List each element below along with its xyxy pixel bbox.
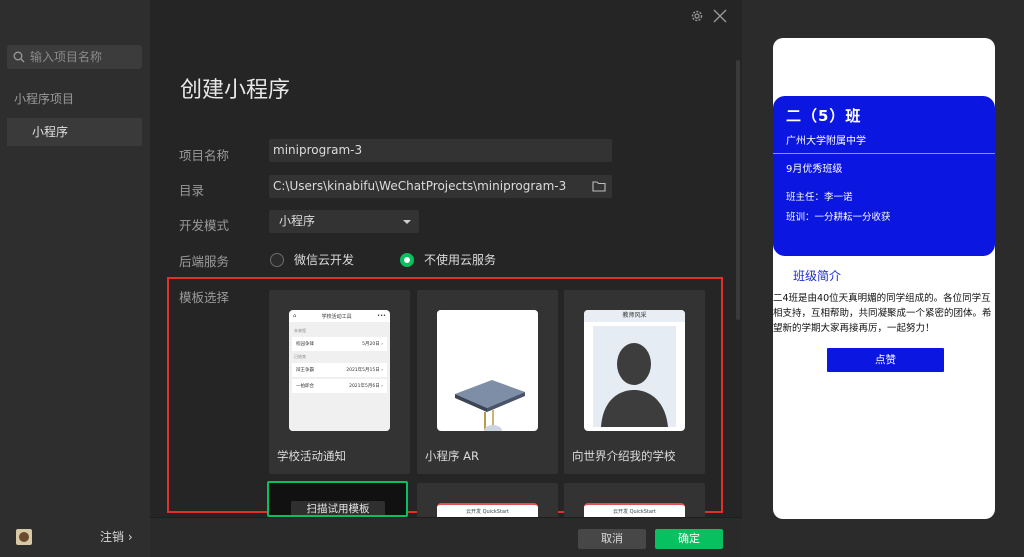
radio-label: 微信云开发 [294, 253, 355, 267]
template-card-school-intro[interactable]: 教师风采 向世界介绍我的学校 [564, 290, 705, 474]
dev-mode-value: 小程序 [279, 214, 316, 228]
thumb-row: 辩王争霸 2021年5月15日 › [292, 363, 387, 377]
scrollbar[interactable] [736, 60, 740, 320]
thumb-group: 未来程 [294, 328, 306, 333]
create-project-panel: 创建小程序 项目名称 miniprogram-3 目录 C:\Users\kin… [150, 0, 742, 557]
home-icon: ⌂ [293, 313, 297, 319]
template-name: 向世界介绍我的学校 [572, 449, 676, 463]
cancel-button[interactable]: 取消 [578, 529, 646, 549]
template-card-ar[interactable]: 小程序 AR [417, 290, 558, 474]
radio-no-cloud[interactable]: 不使用云服务 [400, 251, 496, 268]
search-box[interactable] [7, 45, 142, 69]
person-silhouette-icon [601, 343, 668, 427]
class-teacher: 班主任：李一诺 [786, 192, 853, 203]
thumb-row: 一拍即合 2021年5月6日 › [292, 379, 387, 393]
sidebar-item-miniprogram[interactable]: 小程序 [7, 118, 142, 146]
thumb-header: ⌂ 学校活动工具 ••• [289, 310, 390, 322]
project-name-input[interactable]: miniprogram-3 [269, 139, 612, 162]
thumb-list: 未来程 校园争锋 5月20日 › 已结束 辩王争霸 2021年5月15日 › 一拍即… [289, 322, 390, 431]
class-honor: 9月优秀班级 [786, 164, 843, 175]
like-button[interactable]: 点赞 [827, 348, 944, 372]
template-label: 模板选择 [179, 290, 230, 305]
thumb-row-date: 2021年5月6日 › [349, 384, 383, 389]
intro-title: 班级简介 [793, 269, 842, 283]
thumb-row-date: 2021年5月15日 › [346, 368, 383, 373]
template-card-cloud-quickstart-2[interactable]: 云开发 QuickStart [564, 483, 705, 519]
page-title: 创建小程序 [180, 78, 291, 103]
radio-wechat-cloud[interactable]: 微信云开发 [270, 251, 354, 268]
dev-mode-label: 开发模式 [179, 218, 230, 233]
thumb-title: 教师风采 [584, 310, 685, 322]
ar-scene-image [455, 380, 525, 431]
class-motto: 班训：一分耕耘一分收获 [786, 212, 891, 223]
search-input[interactable] [30, 50, 135, 64]
dev-mode-select[interactable]: 小程序 [269, 210, 419, 233]
thumb-group: 已结束 [294, 354, 306, 359]
dialog-footer: 取消 确定 [150, 517, 742, 557]
class-name: 二（5）班 [786, 107, 862, 125]
thumb-header [437, 310, 538, 322]
confirm-button[interactable]: 确定 [655, 529, 723, 549]
chevron-down-icon [403, 220, 411, 224]
thumb-row-title: 校园争锋 [296, 342, 314, 347]
thumb-title: 学校活动工具 [321, 313, 352, 320]
radio-label: 不使用云服务 [424, 253, 497, 267]
logout-button[interactable]: 注销 › [100, 528, 133, 545]
template-card-school-notice[interactable]: ⌂ 学校活动工具 ••• 未来程 校园争锋 5月20日 › 已结束 辩王争霸 2021年… [269, 290, 410, 474]
divider [773, 153, 995, 154]
school-name: 广州大学附属中学 [786, 136, 866, 147]
intro-text: 二4班是由40位天真明媚的同学组成的。各位同学互相支持，互相帮助，共同凝聚成一个… [773, 293, 992, 334]
directory-label: 目录 [179, 183, 205, 198]
directory-input[interactable]: C:\Users\kinabifu\WeChatProjects\minipro… [269, 175, 612, 198]
app-window: 小程序项目 小程序 注销 › 创建小程序 项目名称 miniprogram-3 … [0, 0, 1024, 557]
backend-label: 后端服务 [179, 254, 230, 269]
template-thumbnail: 教师风采 [584, 310, 685, 431]
radio-checked-icon [400, 252, 414, 267]
class-hero-card: 二（5）班 广州大学附属中学 9月优秀班级 班主任：李一诺 班训：一分耕耘一分收… [773, 96, 995, 256]
search-icon [13, 51, 25, 63]
phone-preview: 二（5）班 广州大学附属中学 9月优秀班级 班主任：李一诺 班训：一分耕耘一分收… [773, 38, 995, 519]
more-icon: ••• [377, 313, 386, 319]
template-thumbnail: ⌂ 学校活动工具 ••• 未来程 校园争锋 5月20日 › 已结束 辩王争霸 2021年… [289, 310, 390, 431]
thumb-row-title: 辩王争霸 [296, 368, 314, 373]
avatar[interactable] [16, 529, 32, 545]
template-thumbnail [437, 310, 538, 431]
chevron-right-icon: › [127, 530, 133, 544]
scan-try-template-button[interactable]: 扫描试用模板 [291, 501, 385, 515]
logout-label: 注销 [100, 530, 125, 544]
portrait-image [593, 326, 676, 427]
thumb-row-date: 5月20日 › [362, 342, 383, 347]
radio-unchecked-icon [270, 252, 284, 267]
template-card-cloud-quickstart[interactable]: 云开发 QuickStart [417, 483, 558, 519]
gear-icon[interactable] [690, 9, 704, 23]
close-icon[interactable] [712, 8, 728, 24]
folder-icon[interactable] [592, 180, 606, 192]
thumb-row: 校园争锋 5月20日 › [292, 337, 387, 351]
thumb-row-title: 一拍即合 [296, 384, 314, 389]
directory-value: C:\Users\kinabifu\WeChatProjects\minipro… [273, 179, 567, 193]
project-name-label: 项目名称 [179, 148, 230, 163]
sidebar: 小程序项目 小程序 注销 › [0, 0, 150, 557]
template-name: 小程序 AR [425, 449, 480, 463]
template-card-scan[interactable]: 扫描试用模板 [267, 481, 408, 517]
sidebar-section-title: 小程序项目 [14, 92, 75, 106]
template-name: 学校活动通知 [277, 449, 346, 463]
